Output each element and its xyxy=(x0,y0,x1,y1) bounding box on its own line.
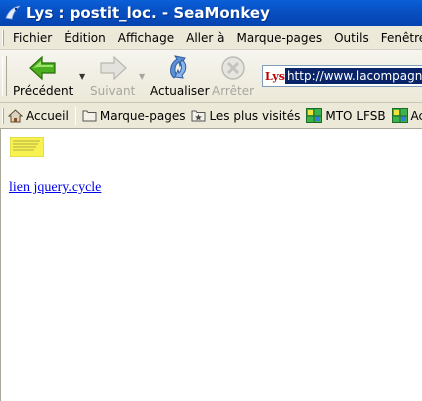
navigation-toolbar: Précédent ▼ Suivant ▼ Actualiser Arrêter… xyxy=(0,50,422,103)
bookmarks-separator xyxy=(74,106,76,125)
site-favicon: Lys xyxy=(265,69,285,83)
seamonkey-icon xyxy=(5,5,21,20)
folder-icon xyxy=(82,110,97,122)
bookmarks-grip[interactable] xyxy=(2,107,4,124)
forward-arrow-icon xyxy=(100,55,127,81)
reload-label: Actualiser xyxy=(150,84,210,98)
bookmark-most-visited[interactable]: Les plus visités xyxy=(191,109,300,123)
menubar-grip[interactable] xyxy=(2,29,4,46)
menu-aller-a[interactable]: Aller à xyxy=(180,31,230,45)
stop-icon xyxy=(221,56,245,80)
menu-fenetre[interactable]: Fenêtre xyxy=(375,31,422,45)
menu-outils[interactable]: Outils xyxy=(328,31,375,45)
menu-fichier[interactable]: Fichier xyxy=(7,31,58,45)
url-bar[interactable]: Lys http://www.lacompagnie xyxy=(262,65,422,87)
forward-label: Suivant xyxy=(90,84,136,98)
bookmark-mto-lfsb-label: MTO LFSB xyxy=(325,108,386,123)
forward-dropdown-icon[interactable]: ▼ xyxy=(139,72,145,81)
back-arrow-icon xyxy=(29,55,56,81)
reload-icon xyxy=(169,55,186,79)
title-bar[interactable]: Lys : postit_loc. - SeaMonkey xyxy=(0,0,422,26)
url-input[interactable]: http://www.lacompagnie xyxy=(284,68,422,84)
jquery-cycle-link[interactable]: lien jquery.cycle xyxy=(9,180,101,196)
home-label: Accueil xyxy=(26,108,69,123)
weather-map-icon xyxy=(306,108,323,123)
weather-map-icon xyxy=(391,108,408,123)
page-content: lien jquery.cycle xyxy=(0,129,422,401)
menu-bar: Fichier Édition Affichage Aller à Marque… xyxy=(0,26,422,50)
window-title: Lys : postit_loc. - SeaMonkey xyxy=(26,4,270,22)
bookmark-marque-pages[interactable]: Marque-pages xyxy=(82,108,186,123)
bookmark-marque-pages-label: Marque-pages xyxy=(99,108,186,123)
home-icon xyxy=(8,108,23,122)
bookmark-ac-label: Ac xyxy=(410,108,422,123)
menu-edition[interactable]: Édition xyxy=(58,31,112,45)
bookmark-ac[interactable]: Ac xyxy=(391,108,422,123)
bookmark-most-visited-label: Les plus visités xyxy=(209,108,301,123)
menu-affichage[interactable]: Affichage xyxy=(112,31,180,45)
back-label: Précédent xyxy=(13,84,74,98)
postit-note-image xyxy=(10,137,44,157)
back-button[interactable]: Précédent xyxy=(13,54,73,98)
back-dropdown-icon[interactable]: ▼ xyxy=(79,72,85,81)
reload-button[interactable]: Actualiser xyxy=(150,54,210,98)
stop-button[interactable]: Arrêter xyxy=(212,54,254,98)
stop-label: Arrêter xyxy=(212,84,255,98)
folder-star-icon xyxy=(191,110,206,122)
menu-marque-pages[interactable]: Marque-pages xyxy=(231,31,329,45)
navbar-grip[interactable] xyxy=(2,56,7,96)
home-button[interactable]: Accueil xyxy=(8,109,69,123)
forward-button[interactable]: Suivant xyxy=(90,54,135,98)
bookmark-mto-lfsb[interactable]: MTO LFSB xyxy=(306,108,386,123)
bookmarks-toolbar: Accueil Marque-pages Les plus visités MT… xyxy=(0,103,422,129)
